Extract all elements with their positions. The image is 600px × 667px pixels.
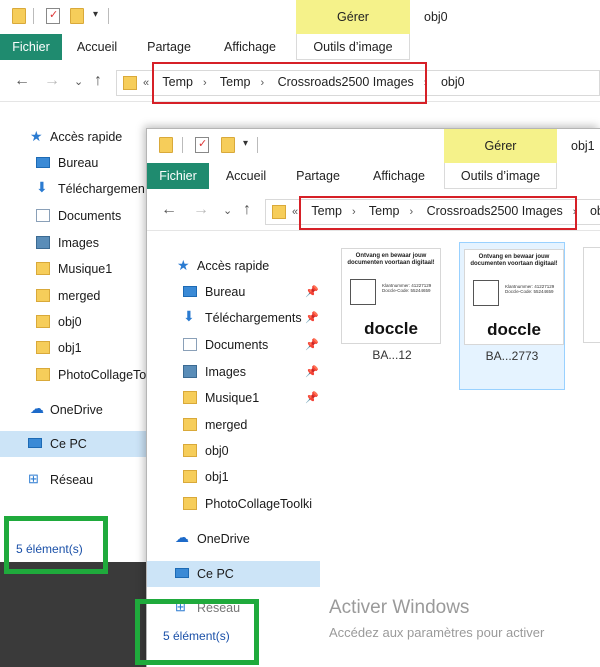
computer-icon [28,438,42,448]
file-name: BA...2773 [485,349,539,363]
tab-fichier[interactable]: Fichier [0,34,62,60]
tab-affichage[interactable]: Affichage [363,163,435,189]
folder-icon [123,76,137,90]
highlight-box [135,599,259,665]
folder-icon [36,341,50,354]
pin-icon[interactable]: 📌 [305,359,319,385]
forward-arrow-icon[interactable]: → [44,72,60,90]
nav-item-bureau[interactable]: Bureau 📌 [147,279,323,305]
computer-icon [175,568,189,578]
new-folder-icon[interactable] [70,8,84,24]
star-icon: ★ [30,128,43,144]
separator [257,137,258,153]
document-icon [36,209,50,222]
title-bar: ▾ Gérer obj1 [147,129,600,163]
desktop-background [0,562,146,667]
file-thumbnail[interactable]: Ontvang en bewaar jouw documenten voorta… [339,242,445,390]
image-preview-partial[interactable] [583,247,600,343]
pin-icon[interactable]: 📌 [305,332,319,358]
window-title: obj1 [571,139,595,153]
nav-item-musique1[interactable]: Musique1 📌 [147,385,323,411]
picture-icon [183,365,197,378]
breadcrumb-item[interactable]: obj0 [441,75,465,89]
picture-icon [36,236,50,249]
up-arrow-icon[interactable]: ↑ [94,72,102,90]
cloud-icon: ☁ [175,529,189,545]
overflow-icon[interactable]: « [143,77,149,89]
chevron-down-icon[interactable]: ⌄ [74,75,83,88]
image-preview: Ontvang en bewaar jouw documenten voorta… [464,249,564,345]
tab-outils-image[interactable]: Outils d’image [296,34,410,60]
tab-partage[interactable]: Partage [287,163,349,189]
network-icon: ⊞ [28,471,39,486]
contextual-tab-gerer[interactable]: Gérer [296,0,410,34]
forward-arrow-icon[interactable]: → [193,201,209,219]
folder-icon [183,470,197,483]
window-title: obj0 [424,10,448,24]
tab-accueil[interactable]: Accueil [215,163,277,189]
overflow-icon[interactable]: « [292,206,298,218]
cloud-icon: ☁ [30,400,44,416]
separator [33,8,34,24]
highlight-box [4,516,108,574]
back-arrow-icon[interactable]: ← [14,72,30,90]
title-bar: ▾ Gérer obj0 [0,0,600,34]
file-name: BA...12 [372,348,412,362]
highlight-box [299,196,577,230]
activation-watermark-title: Activer Windows [329,597,470,618]
document-icon [183,338,197,351]
folder-icon [36,289,50,302]
properties-icon[interactable] [46,8,60,24]
tab-fichier[interactable]: Fichier [147,163,209,189]
image-preview: Ontvang en bewaar jouw documenten voorta… [341,248,441,344]
ribbon-tabs: Fichier Accueil Partage Affichage Outils… [0,34,600,60]
nav-item-telechargements[interactable]: ⬇ Téléchargements 📌 [147,305,323,331]
highlight-box [152,62,427,104]
properties-icon[interactable] [195,137,209,153]
file-thumbnail-selected[interactable]: Ontvang en bewaar jouw documenten voorta… [459,242,565,390]
ribbon-tabs: Fichier Accueil Partage Affichage Outils… [147,163,600,189]
nav-item-images[interactable]: Images 📌 [147,359,323,385]
tab-affichage[interactable]: Affichage [214,34,286,60]
breadcrumb-item[interactable]: obj [590,204,600,218]
folder-icon [183,444,197,457]
folder-icon [183,497,197,510]
pin-icon[interactable]: 📌 [305,279,319,305]
activation-watermark-subtitle: Accédez aux paramètres pour activer [329,625,545,640]
nav-item-documents[interactable]: Documents 📌 [147,332,323,358]
pin-icon[interactable]: 📌 [305,385,319,411]
folder-icon[interactable] [159,137,173,153]
back-arrow-icon[interactable]: ← [161,201,177,219]
qr-code-box [350,279,376,305]
desktop-icon [183,286,197,297]
customize-toolbar-icon[interactable]: ▾ [93,9,98,20]
up-arrow-icon[interactable]: ↑ [243,201,251,219]
folder-icon [272,205,286,219]
pin-icon[interactable]: 📌 [305,305,319,331]
folder-icon [36,315,50,328]
explorer-window-obj1: ▾ Gérer obj1 Fichier Accueil Partage Aff… [146,128,600,667]
separator [182,137,183,153]
tab-accueil[interactable]: Accueil [66,34,128,60]
download-icon: ⬇ [36,179,48,195]
qr-code-box [473,280,499,306]
folder-icon[interactable] [12,8,26,24]
folder-icon [36,262,50,275]
tab-partage[interactable]: Partage [138,34,200,60]
folder-icon [183,391,197,404]
contextual-tab-gerer[interactable]: Gérer [444,129,557,163]
star-icon: ★ [177,257,190,273]
desktop-icon [36,157,50,168]
folder-icon [36,368,50,381]
folder-icon [183,418,197,431]
chevron-down-icon[interactable]: ⌄ [223,204,232,217]
separator [108,8,109,24]
new-folder-icon[interactable] [221,137,235,153]
tab-outils-image[interactable]: Outils d’image [444,163,557,189]
download-icon: ⬇ [183,308,195,324]
customize-toolbar-icon[interactable]: ▾ [243,138,248,149]
